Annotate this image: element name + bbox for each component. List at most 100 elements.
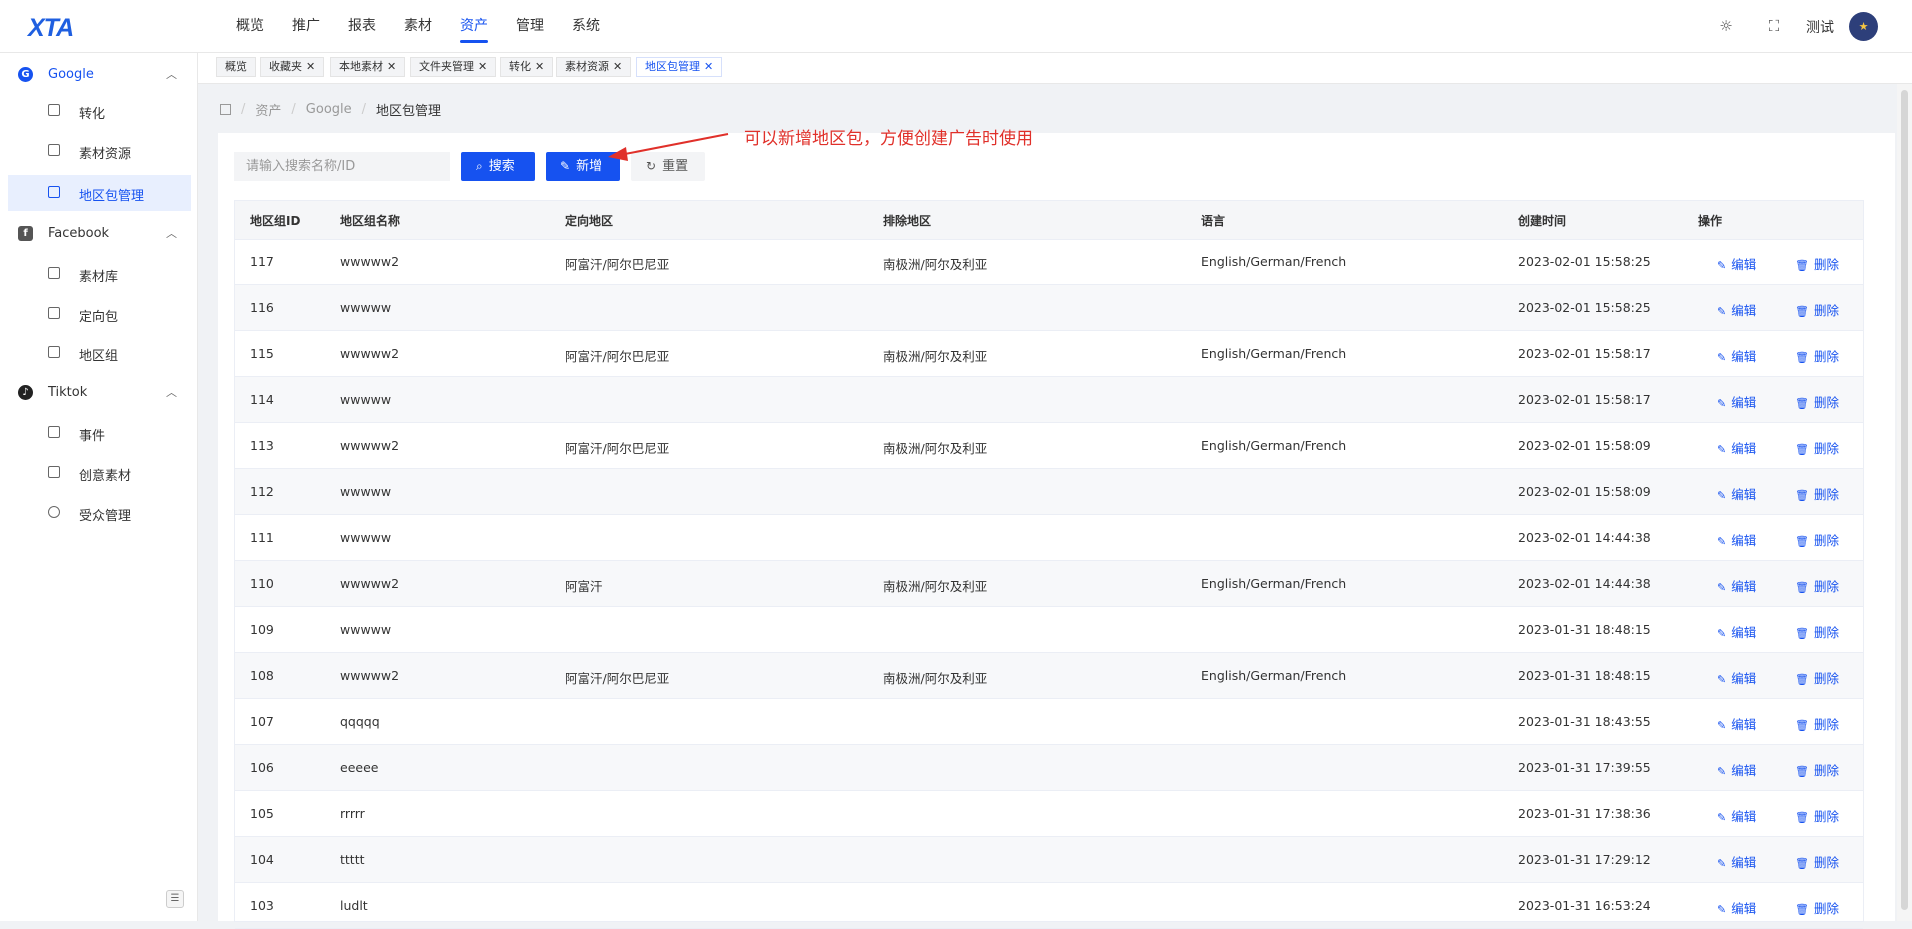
nav-materials[interactable]: 素材 xyxy=(390,0,446,53)
delete-button[interactable]: 🗑 删除 xyxy=(1795,852,1839,871)
tag-label: 地区包管理 xyxy=(645,60,700,73)
fullscreen-icon[interactable]: ⛶ xyxy=(1764,16,1784,36)
delete-button[interactable]: 🗑 删除 xyxy=(1795,438,1839,457)
username[interactable]: 测试 xyxy=(1806,17,1834,37)
edit-button[interactable]: ✎ 编辑 xyxy=(1717,760,1756,779)
nav-overview[interactable]: 概览 xyxy=(222,0,278,53)
edit-button[interactable]: ✎ 编辑 xyxy=(1717,300,1756,319)
sidebar-item-label: 素材库 xyxy=(79,270,119,285)
nav-system[interactable]: 系统 xyxy=(558,0,614,53)
delete-button[interactable]: 🗑 删除 xyxy=(1795,530,1839,549)
close-icon[interactable]: ✕ xyxy=(535,60,544,73)
delete-button[interactable]: 🗑 删除 xyxy=(1795,760,1839,779)
delete-button[interactable]: 🗑 删除 xyxy=(1795,392,1839,411)
table-row: 113 wwwww2 阿富汗/阿尔巴尼亚 南极洲/阿尔及利亚 English/Germa… xyxy=(235,423,1863,469)
tag-overview[interactable]: 概览 xyxy=(216,57,256,77)
edit-button[interactable]: ✎ 编辑 xyxy=(1717,576,1756,595)
close-icon[interactable]: ✕ xyxy=(704,60,713,73)
delete-button[interactable]: 🗑 删除 xyxy=(1795,668,1839,687)
sidebar-item-conversion[interactable]: 转化 xyxy=(8,93,191,129)
avatar[interactable]: ★ xyxy=(1849,12,1878,41)
sidebar-group-facebook[interactable]: f Facebook ︿ xyxy=(0,216,198,252)
breadcrumb-item[interactable]: 资产 xyxy=(255,100,281,119)
delete-button[interactable]: 🗑 删除 xyxy=(1795,622,1839,641)
reset-button[interactable]: ↻ 重置 xyxy=(631,152,705,181)
edit-button[interactable]: ✎ 编辑 xyxy=(1717,346,1756,365)
cell-name: wwwww xyxy=(340,300,392,315)
edit-button[interactable]: ✎ 编辑 xyxy=(1717,438,1756,457)
nav-management[interactable]: 管理 xyxy=(502,0,558,53)
sidebar-item-targeting-pack[interactable]: 定向包 xyxy=(8,296,191,332)
edit-button[interactable]: ✎ 编辑 xyxy=(1717,622,1756,641)
app-logo[interactable]: XTA xyxy=(28,14,74,43)
sidebar-group-tiktok[interactable]: ♪ Tiktok ︿ xyxy=(0,375,198,411)
tag-label: 文件夹管理 xyxy=(419,60,474,73)
tag-conversion[interactable]: 转化 ✕ xyxy=(500,57,554,77)
paint-roller-icon xyxy=(48,426,60,438)
delete-button[interactable]: 🗑 删除 xyxy=(1795,254,1839,273)
nav-reports[interactable]: 报表 xyxy=(334,0,390,53)
sidebar-item-creative-material[interactable]: 创意素材 xyxy=(8,455,191,491)
table-row: 114 wwwww 2023-02-01 15:58:17 ✎ 编辑 🗑 删除 xyxy=(235,377,1863,423)
sidebar-item-material-library[interactable]: 素材库 xyxy=(8,256,191,292)
list-icon xyxy=(48,186,60,198)
edit-button[interactable]: ✎ 编辑 xyxy=(1717,668,1756,687)
sidebar-group-google[interactable]: G Google ︿ xyxy=(0,57,198,93)
edit-button[interactable]: ✎ 编辑 xyxy=(1717,254,1756,273)
sidebar-item-events[interactable]: 事件 xyxy=(8,415,191,451)
sidebar: G Google ︿ 转化 素材资源 地区包管理 f Facebook ︿ 素材… xyxy=(0,53,198,921)
close-icon[interactable]: ✕ xyxy=(306,60,315,73)
list-icon xyxy=(48,346,60,358)
column-header: 定向地区 xyxy=(565,214,614,228)
search-button[interactable]: ⌕ 搜索 xyxy=(461,152,535,181)
cell-created-time: 2023-02-01 15:58:17 xyxy=(1518,346,1651,361)
nav-promotion[interactable]: 推广 xyxy=(278,0,334,53)
edit-button[interactable]: ✎ 编辑 xyxy=(1717,898,1756,917)
tag-folder-management[interactable]: 文件夹管理 ✕ xyxy=(410,57,497,77)
cell-name: wwwww xyxy=(340,392,392,407)
delete-button[interactable]: 🗑 删除 xyxy=(1795,806,1839,825)
cell-created-time: 2023-01-31 18:48:15 xyxy=(1518,622,1651,637)
cell-id: 110 xyxy=(250,576,274,591)
cell-id: 112 xyxy=(250,484,274,499)
edit-button[interactable]: ✎ 编辑 xyxy=(1717,852,1756,871)
edit-button[interactable]: ✎ 编辑 xyxy=(1717,530,1756,549)
cell-created-time: 2023-02-01 15:58:25 xyxy=(1518,300,1651,315)
tag-favorites[interactable]: 收藏夹 ✕ xyxy=(260,57,325,77)
sidebar-item-region-group[interactable]: 地区组 xyxy=(8,335,191,371)
edit-icon: ✎ xyxy=(1717,489,1727,502)
sidebar-item-material-resources[interactable]: 素材资源 xyxy=(8,133,191,169)
delete-button[interactable]: 🗑 删除 xyxy=(1795,898,1839,917)
edit-button[interactable]: ✎ 编辑 xyxy=(1717,806,1756,825)
chevron-up-icon: ︿ xyxy=(166,386,177,399)
cell-name: wwwww xyxy=(340,484,392,499)
delete-button[interactable]: 🗑 删除 xyxy=(1795,300,1839,319)
table-header: 地区组ID 地区组名称 定向地区 排除地区 语言 创建时间 操作 xyxy=(235,201,1863,240)
scrollbar-thumb[interactable] xyxy=(1901,90,1908,910)
breadcrumb-item[interactable]: Google xyxy=(306,102,352,117)
add-button[interactable]: ✎ 新增 xyxy=(546,152,620,181)
cell-target-region: 阿富汗/阿尔巴尼亚 xyxy=(565,349,670,364)
tag-material-resources[interactable]: 素材资源 ✕ xyxy=(556,57,632,77)
sidebar-item-region-pack[interactable]: 地区包管理 xyxy=(8,175,191,211)
edit-button[interactable]: ✎ 编辑 xyxy=(1717,714,1756,733)
sidebar-item-audience[interactable]: 受众管理 xyxy=(8,495,191,531)
delete-button[interactable]: 🗑 删除 xyxy=(1795,576,1839,595)
tag-region-pack[interactable]: 地区包管理 ✕ xyxy=(636,57,723,77)
delete-button[interactable]: 🗑 删除 xyxy=(1795,714,1839,733)
close-icon[interactable]: ✕ xyxy=(478,60,487,73)
table-row: 105 rrrrr 2023-01-31 17:38:36 ✎ 编辑 🗑 删除 xyxy=(235,791,1863,837)
close-icon[interactable]: ✕ xyxy=(387,60,396,73)
nav-assets[interactable]: 资产 xyxy=(446,0,502,53)
theme-sun-icon[interactable]: ☼ xyxy=(1716,16,1736,36)
delete-button[interactable]: 🗑 删除 xyxy=(1795,346,1839,365)
edit-button[interactable]: ✎ 编辑 xyxy=(1717,484,1756,503)
tag-local-materials[interactable]: 本地素材 ✕ xyxy=(330,57,406,77)
collapse-sidebar-icon[interactable]: ☰ xyxy=(166,890,184,908)
close-icon[interactable]: ✕ xyxy=(613,60,622,73)
search-input[interactable] xyxy=(234,152,450,181)
grid-icon[interactable] xyxy=(220,104,231,115)
edit-button[interactable]: ✎ 编辑 xyxy=(1717,392,1756,411)
cell-language: English/German/French xyxy=(1201,668,1347,683)
delete-button[interactable]: 🗑 删除 xyxy=(1795,484,1839,503)
